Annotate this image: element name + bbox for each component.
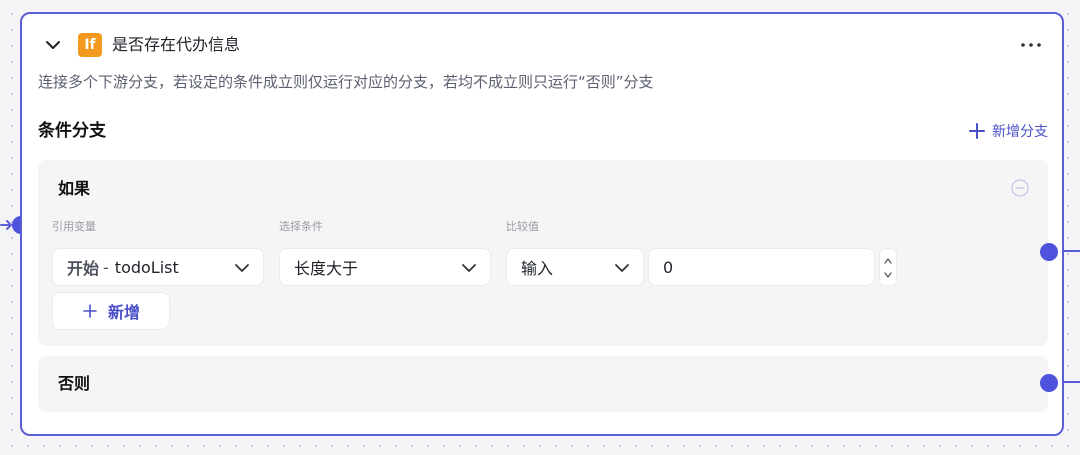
minus-circle-icon[interactable] [1010, 178, 1030, 198]
chevron-down-icon[interactable] [44, 37, 62, 53]
output-port-else[interactable] [1040, 374, 1058, 392]
add-branch-label: 新增分支 [992, 124, 1048, 140]
condition-value: 长度大于 [294, 259, 359, 278]
variable-name: todoList [114, 257, 179, 277]
chevron-down-icon[interactable] [883, 271, 893, 279]
chevron-down-icon [235, 264, 249, 272]
node-title[interactable]: 是否存在代办信息 [112, 34, 240, 56]
branch-else-title: 否则 [58, 374, 91, 393]
variable-select[interactable]: 开始 - todoList [52, 248, 264, 286]
plus-icon [83, 304, 97, 318]
node-description: 连接多个下游分支，若设定的条件成立则仅运行对应的分支，若均不成立则只运行“否则”… [38, 73, 654, 91]
output-port-if[interactable] [1040, 243, 1058, 261]
add-branch-button[interactable]: 新增分支 [968, 119, 1048, 143]
branch-if-title: 如果 [58, 179, 91, 198]
more-icon[interactable] [1018, 35, 1044, 55]
add-condition-label: 新增 [107, 303, 140, 322]
section-title: 条件分支 [38, 121, 106, 141]
if-icon: If [78, 33, 102, 57]
variable-separator: - [103, 257, 109, 277]
branch-if: 如果 引用变量 选择条件 比较值 开始 - todoList 长度大于 输入 0… [38, 160, 1048, 346]
variable-source: 开始 [67, 259, 100, 278]
add-condition-button[interactable]: 新增 [52, 292, 170, 330]
plus-icon [969, 123, 985, 139]
chevron-up-icon[interactable] [883, 257, 893, 265]
chevron-down-icon [615, 264, 629, 272]
variable-label: 引用变量 [52, 220, 96, 233]
condition-node[interactable]: If 是否存在代办信息 连接多个下游分支，若设定的条件成立则仅运行对应的分支，若… [20, 12, 1064, 436]
compare-type-value: 输入 [521, 259, 554, 278]
branch-else: 否则 [38, 356, 1048, 412]
chevron-down-icon [462, 264, 476, 272]
condition-label: 选择条件 [279, 220, 323, 233]
node-header: If 是否存在代办信息 [22, 14, 1062, 76]
compare-value-input[interactable] [648, 248, 875, 286]
compare-type-select[interactable]: 输入 [506, 248, 644, 286]
condition-select[interactable]: 长度大于 [279, 248, 491, 286]
value-stepper[interactable] [879, 248, 897, 286]
compare-label: 比较值 [506, 220, 539, 233]
